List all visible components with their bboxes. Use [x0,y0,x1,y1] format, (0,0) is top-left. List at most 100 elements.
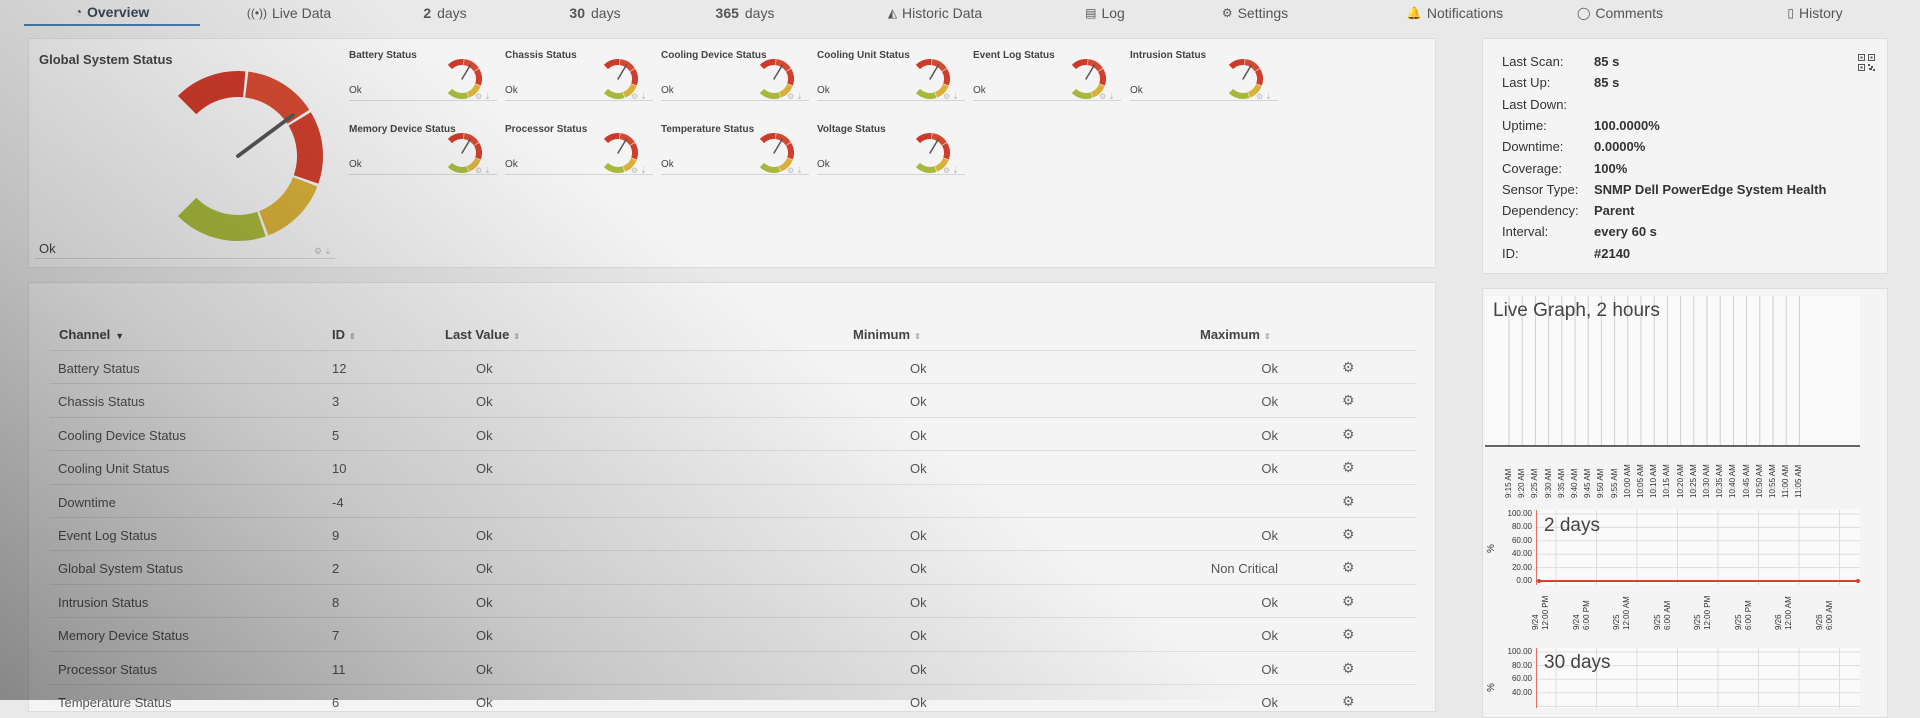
col-header-id[interactable]: ID ⇕ [332,327,356,342]
cell-channel: Chassis Status [58,394,145,410]
cell-id: 3 [332,394,340,410]
channel-settings-icon[interactable]: ⚙ [1342,626,1355,643]
cooling-device-status-gauge-card[interactable]: Cooling Device Status Ok ⚙⇣ [661,50,811,110]
tab-history[interactable]: ▯ History [1760,0,1870,26]
tab-comments-label: Comments [1595,5,1664,21]
gauge-segment [177,71,246,115]
event-log-status-settings-icons[interactable]: ⚙⇣ [1099,92,1117,101]
tab-overview[interactable]: ◔ Overview [24,0,200,26]
cooling-unit-status-gauge-card[interactable]: Cooling Unit Status Ok ⚙⇣ [817,50,967,110]
intrusion-status-gauge-card[interactable]: Intrusion Status Ok ⚙⇣ [1130,50,1280,110]
memory-device-status-settings-icons[interactable]: ⚙⇣ [475,166,493,175]
tab-notifications[interactable]: 🔔 Notifications [1375,0,1535,26]
tab-historic-data-label: Historic Data [902,5,983,21]
cell-min: Ok [910,427,927,443]
info-key: Interval: [1502,224,1549,240]
table-row[interactable]: Chassis Status 3 Ok Ok Ok ⚙ [50,383,1416,416]
table-row[interactable]: Downtime -4 ⚙ [50,483,1416,517]
table-row[interactable]: Global System Status 2 Ok Ok Non Critical ⚙ [50,550,1416,583]
gauge-segment [629,142,638,160]
col-header-minimum[interactable]: Minimum ⇕ [853,327,921,342]
table-row[interactable]: Cooling Unit Status 10 Ok Ok Ok ⚙ [50,450,1416,483]
battery-status-settings-icons[interactable]: ⚙⇣ [475,92,493,101]
tab-historic-data[interactable]: ◭ Historic Data [860,0,1010,26]
voltage-status-settings-icons[interactable]: ⚙⇣ [943,166,961,175]
cooling-unit-status-settings-icons[interactable]: ⚙⇣ [943,92,961,101]
two-day-x-tick: 6:00 PM [1581,600,1591,630]
tab-bar: ◔ Overview ((•)) Live Data 2 days 30 days 365 day… [0,0,1920,26]
live-x-tick: 10:25 AM [1688,464,1698,498]
live-x-tick: 10:20 AM [1675,464,1685,498]
live-x-tick: 10:55 AM [1768,464,1777,498]
tab-log[interactable]: ▤ Log [1060,0,1150,26]
cell-min: Ok [910,695,927,710]
cell-id: 11 [332,661,346,677]
channel-settings-icon[interactable]: ⚙ [1342,593,1355,610]
chassis-status-gauge-card[interactable]: Chassis Status Ok ⚙⇣ [505,50,655,110]
channel-settings-icon[interactable]: ⚙ [1342,693,1355,710]
tab-log-label: Log [1101,5,1125,21]
tab-live-data-icon: ((•)) [246,6,268,20]
col-header-channel[interactable]: Channel ▼ [59,327,124,342]
cell-channel: Processor Status [58,661,157,677]
col-header-last-value[interactable]: Last Value ⇕ [445,327,520,342]
cooling-unit-status-title: Cooling Unit Status [817,50,910,61]
battery-status-gauge-card[interactable]: Battery Status Ok ⚙⇣ [349,50,499,110]
table-row[interactable]: Cooling Device Status 5 Ok Ok Ok ⚙ [50,416,1416,450]
channel-settings-icon[interactable]: ⚙ [1342,459,1355,476]
event-log-status-gauge-card[interactable]: Event Log Status Ok ⚙⇣ [973,50,1123,110]
tab-30-days[interactable]: 30 days [550,0,640,26]
temperature-status-settings-icons[interactable]: ⚙⇣ [787,166,805,175]
qr-code-icon[interactable] [1858,54,1875,71]
tab-live-data-label: Live Data [272,5,332,21]
table-row[interactable]: Processor Status 11 Ok Ok Ok ⚙ [50,650,1416,684]
tab-settings[interactable]: ⚙ Settings [1180,0,1330,26]
cell-channel: Downtime [58,494,116,510]
cell-last: Ok [476,394,493,410]
cooling-device-status-settings-icons[interactable]: ⚙⇣ [787,92,805,101]
channel-settings-icon[interactable]: ⚙ [1342,559,1355,576]
table-row[interactable]: Intrusion Status 8 Ok Ok Ok ⚙ [50,583,1416,617]
gauge-needle [773,64,784,80]
tab-overview-label: Overview [86,4,150,20]
chassis-status-settings-icons[interactable]: ⚙⇣ [631,92,649,101]
channel-settings-icon[interactable]: ⚙ [1342,426,1355,443]
channel-settings-icon[interactable]: ⚙ [1342,392,1355,409]
channel-settings-icon[interactable]: ⚙ [1342,526,1355,543]
col-header-maximum[interactable]: Maximum ⇕ [1200,327,1271,342]
info-value: Parent [1594,203,1635,219]
gauge-segment [258,176,318,236]
two-day-x-tick: 9/24 [1531,614,1540,630]
cell-max: Ok [1261,361,1278,376]
cell-min: Ok [910,528,927,543]
tab-live-data[interactable]: ((•)) Live Data [228,0,350,26]
channel-settings-icon[interactable]: ⚙ [1342,493,1355,510]
memory-device-status-gauge-card[interactable]: Memory Device Status Ok ⚙⇣ [349,124,499,184]
table-row[interactable]: Temperature Status 6 Ok Ok Ok ⚙ [50,684,1416,717]
tab-365-days[interactable]: 365 days [690,0,800,26]
info-key: Downtime: [1502,139,1564,155]
channel-settings-icon[interactable]: ⚙ [1342,660,1355,677]
tab-comments[interactable]: ◯ Comments [1560,0,1680,26]
voltage-status-gauge-card[interactable]: Voltage Status Ok ⚙⇣ [817,124,967,184]
processor-status-settings-icons[interactable]: ⚙⇣ [631,166,649,175]
table-row[interactable]: Battery Status 12 Ok Ok Ok ⚙ [50,350,1416,383]
table-row[interactable]: Memory Device Status 7 Ok Ok Ok ⚙ [50,617,1416,650]
processor-status-title: Processor Status [505,124,588,135]
gauge-needle [461,138,472,154]
intrusion-status-title: Intrusion Status [1130,50,1207,61]
channel-settings-icon[interactable]: ⚙ [1342,359,1355,376]
processor-status-gauge-card[interactable]: Processor Status Ok ⚙⇣ [505,124,655,184]
gauge-segment [785,142,794,160]
table-row[interactable]: Event Log Status 9 Ok Ok Ok ⚙ [50,517,1416,550]
intrusion-status-settings-icons[interactable]: ⚙⇣ [1256,92,1274,101]
temperature-status-gauge-card[interactable]: Temperature Status Ok ⚙⇣ [661,124,811,184]
tab-2-days[interactable]: 2 days [400,0,490,26]
gauge-needle [461,64,472,80]
event-log-status-title: Event Log Status [973,50,1055,61]
tab-365-days-label: days [744,5,775,21]
gauge-settings-icons[interactable]: ⚙⇣ [314,246,334,257]
cell-channel: Cooling Unit Status [58,461,170,477]
global-status-divider [35,258,335,259]
cell-id: 8 [332,594,340,610]
